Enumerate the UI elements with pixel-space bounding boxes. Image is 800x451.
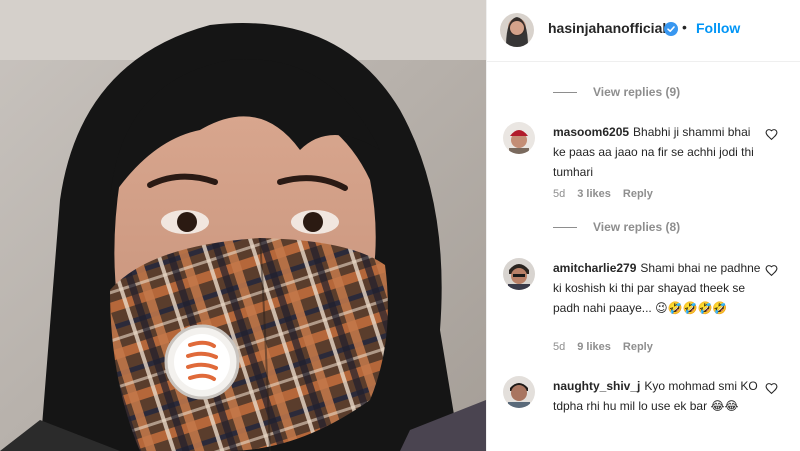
comment-item: amitcharlie279 Shami bhai ne padhne ki ko… [487,258,800,358]
view-replies-label: View replies (9) [593,85,681,99]
heart-icon[interactable] [765,264,778,277]
comment-emojis: 😂😂 [710,399,739,413]
commenter-username[interactable]: masoom6205 [553,125,629,139]
view-replies-button[interactable]: View replies (9) [553,84,680,100]
follow-button[interactable]: Follow [696,20,740,36]
post-photo [0,0,486,451]
comment-likes[interactable]: 9 likes [577,341,611,353]
reply-button[interactable]: Reply [623,341,653,353]
selfie-image [0,0,486,451]
comment-item: masoom6205 Bhabhi ji shammi bhai ke paas … [487,122,800,212]
comment-time: 5d [553,341,566,353]
comment-likes[interactable]: 3 likes [577,188,611,200]
comment-time: 5d [553,188,566,200]
heart-icon[interactable] [765,382,778,395]
author-avatar[interactable] [500,13,534,47]
comment-content: naughty_shiv_j Kyo mohmad smi KO tdpha rh… [553,376,763,416]
post-header: hasinjahanofficial • Follow [487,0,800,62]
commenter-username[interactable]: naughty_shiv_j [553,379,640,393]
commenter-username[interactable]: amitcharlie279 [553,261,636,275]
comment-item: naughty_shiv_j Kyo mohmad smi KO tdpha rh… [487,376,800,451]
view-replies-label: View replies (8) [593,220,681,234]
comment-meta: 5d 9 likes Reply [553,341,653,353]
commenter-avatar[interactable] [503,258,535,290]
commenter-avatar[interactable] [503,376,535,408]
commenter-avatar[interactable] [503,122,535,154]
author-username[interactable]: hasinjahanofficial [548,20,666,36]
comment-meta: 5d 3 likes Reply [553,188,653,200]
replies-divider [553,226,577,228]
heart-icon[interactable] [765,128,778,141]
replies-divider [553,91,577,93]
view-replies-button[interactable]: View replies (8) [553,219,680,235]
comment-content: amitcharlie279 Shami bhai ne padhne ki ko… [553,258,763,318]
reply-button[interactable]: Reply [623,188,653,200]
verified-badge-icon [664,22,678,36]
comment-emojis: 😉🤣🤣🤣🤣 [655,301,728,315]
comment-content: masoom6205 Bhabhi ji shammi bhai ke paas … [553,122,763,182]
comments-panel: hasinjahanofficial • Follow View replies… [486,0,800,451]
separator-dot: • [682,19,687,35]
